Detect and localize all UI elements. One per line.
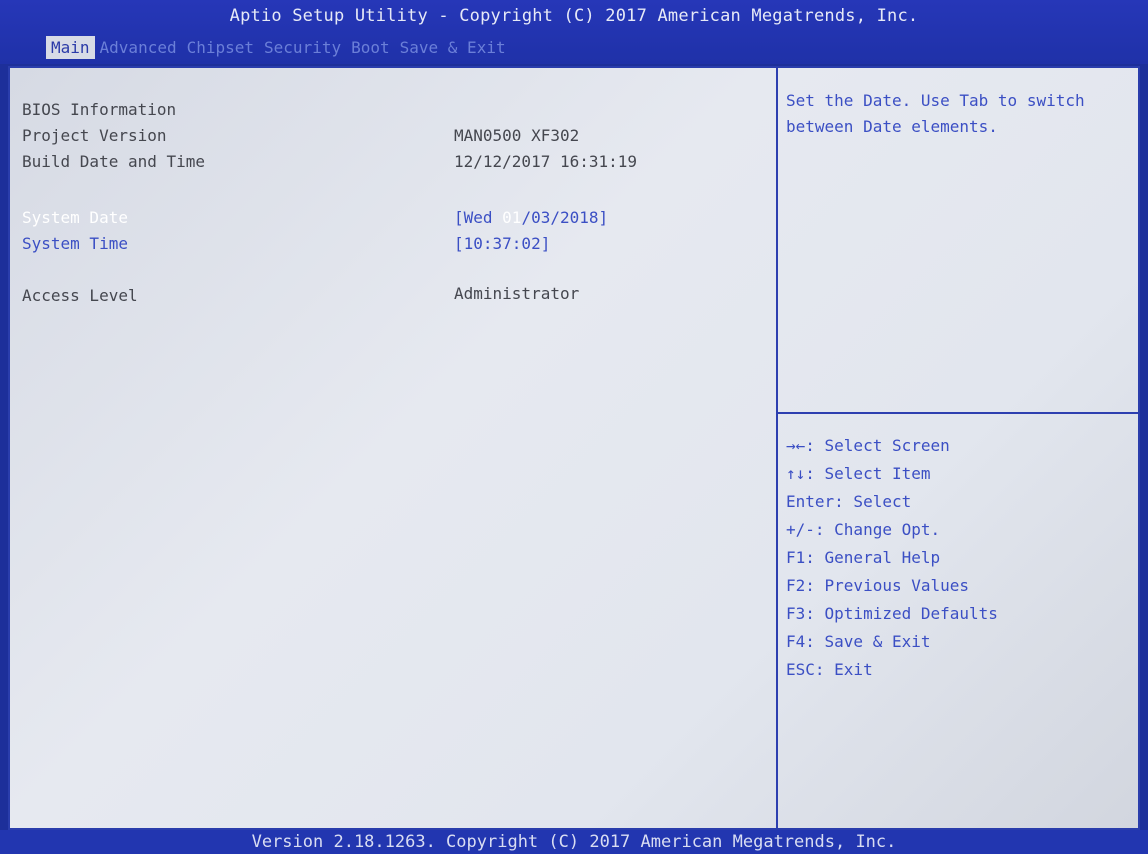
key-legend: →←: Select Screen ↑↓: Select Item Enter:… [786,432,998,684]
key-select-screen: →←: Select Screen [786,436,950,455]
system-date-suffix: /03/2018] [521,208,609,227]
tab-main[interactable]: Main [46,36,95,59]
key-change-opt: +/-: Change Opt. [786,520,941,539]
help-divider [778,412,1138,414]
system-date-label[interactable]: System Date [22,208,128,227]
version-footer: Version 2.18.1263. Copyright (C) 2017 Am… [0,830,1148,854]
main-panel: BIOS Information Project Version MAN0500… [8,66,1140,830]
key-esc-exit: ESC: Exit [786,660,873,679]
utility-title: Aptio Setup Utility - Copyright (C) 2017… [229,6,919,26]
tab-bar: Main Advanced Chipset Security Boot Save… [46,36,511,59]
system-date-selected-element[interactable]: 01 [502,208,521,227]
key-general-help: F1: General Help [786,548,941,567]
key-select-item: ↑↓: Select Item [786,464,931,483]
bios-information-heading: BIOS Information [22,100,177,119]
project-version-label: Project Version [22,126,167,145]
access-level-value: Administrator [454,284,580,303]
key-previous-values: F2: Previous Values [786,576,970,595]
system-time-field[interactable]: [10:37:02] [454,234,550,253]
system-date-field[interactable]: [Wed 01/03/2018] [454,208,608,227]
settings-pane: BIOS Information Project Version MAN0500… [10,68,776,828]
system-date-prefix: [Wed [454,208,503,227]
tab-advanced[interactable]: Advanced [95,36,182,59]
project-version-value: MAN0500 XF302 [454,126,580,145]
build-date-value: 12/12/2017 16:31:19 [454,152,638,171]
key-optimized-defaults: F3: Optimized Defaults [786,604,998,623]
key-save-exit: F4: Save & Exit [786,632,931,651]
tab-save-exit[interactable]: Save & Exit [395,36,511,59]
header-bar: Aptio Setup Utility - Copyright (C) 2017… [0,0,1148,64]
help-pane: Set the Date. Use Tab to switch between … [778,68,1138,828]
tab-security[interactable]: Security [259,36,346,59]
tab-chipset[interactable]: Chipset [182,36,259,59]
key-enter-select: Enter: Select [786,492,912,511]
help-description: Set the Date. Use Tab to switch between … [786,91,1085,136]
system-time-label[interactable]: System Time [22,234,128,253]
build-date-label: Build Date and Time [22,152,206,171]
tab-boot[interactable]: Boot [346,36,395,59]
access-level-label: Access Level [22,286,138,305]
